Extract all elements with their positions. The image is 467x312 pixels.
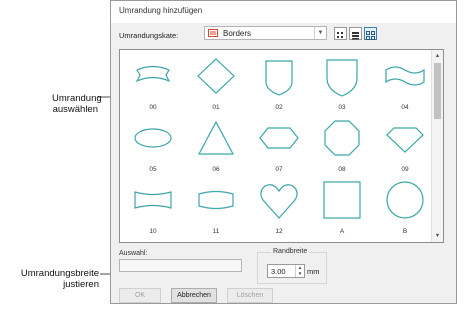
selection-label: Auswahl: [119, 250, 148, 257]
gallery-scrollbar[interactable]: ▲ ▼ [431, 50, 443, 242]
category-label: Umrandungskate: [119, 31, 179, 40]
delete-button[interactable]: Löschen [227, 288, 273, 303]
spin-arrows-icon[interactable]: ▲ ▼ [295, 265, 304, 277]
border-item-06[interactable]: 06 [193, 118, 239, 178]
border-item-05[interactable]: 05 [130, 118, 176, 178]
list-grid-icon [352, 32, 359, 40]
border-width-label: Randbreite [271, 248, 310, 255]
border-item-label: 05 [149, 166, 157, 173]
add-border-dialog: Umrandung hinzufügen Umrandungskate: Bor… [110, 0, 457, 304]
border-item-10[interactable]: 10 [130, 180, 176, 240]
square-border-icon [323, 181, 361, 219]
dialog-title: Umrandung hinzufügen [119, 6, 203, 15]
border-item-label: 10 [149, 228, 157, 235]
border-width-spinbox[interactable]: 3.00 ▲ ▼ [267, 264, 305, 278]
scroll-down-icon[interactable]: ▼ [432, 231, 443, 241]
scroll-border-icon [134, 191, 172, 209]
border-item-label: 06 [212, 166, 220, 173]
scroll-up-icon[interactable]: ▲ [432, 51, 443, 61]
border-item-00[interactable]: 00 [130, 56, 176, 116]
large-icons-view-button[interactable] [364, 27, 377, 40]
title-bar: Umrandung hinzufügen [111, 1, 456, 23]
lens-border-icon [198, 190, 234, 210]
small-icons-view-button[interactable] [334, 27, 347, 40]
border-item-B[interactable]: B [382, 180, 428, 240]
border-item-08[interactable]: 08 [319, 118, 365, 178]
category-select[interactable]: Borders ▼ [204, 26, 327, 40]
border-item-12[interactable]: 12 [256, 180, 302, 240]
diamond-border-icon [197, 58, 235, 94]
shield-flat-border-icon [265, 60, 293, 96]
cancel-button[interactable]: Abbrechen [171, 288, 217, 303]
large-grid-icon [366, 31, 375, 40]
borders-category-icon [208, 29, 218, 37]
category-value: Borders [223, 29, 252, 38]
border-width-unit: mm [307, 267, 320, 276]
small-grid-icon [337, 32, 343, 38]
border-item-04[interactable]: 04 [382, 56, 428, 116]
border-item-A[interactable]: A [319, 180, 365, 240]
callout-width-line2: justieren [63, 279, 99, 290]
border-item-label: 08 [338, 166, 346, 173]
callout-adjust-width: Umrandungsbreite justieren [8, 268, 99, 290]
callout-select-border: Umrandung auswählen [52, 93, 102, 115]
border-gallery: ▲ ▼ 00 01 02 03 04 05 06 07 08 09 10 11 12 A B [119, 49, 444, 243]
border-item-label: 00 [149, 104, 157, 111]
chevron-down-icon[interactable]: ▼ [314, 27, 326, 39]
border-item-label: 02 [275, 104, 283, 111]
border-item-11[interactable]: 11 [193, 180, 239, 240]
border-item-09[interactable]: 09 [382, 118, 428, 178]
border-item-label: 12 [275, 228, 283, 235]
hexagon-border-icon [259, 127, 299, 149]
border-item-label: 03 [338, 104, 346, 111]
callout-select-line1: Umrandung [52, 93, 102, 104]
wave-ribbon-border-icon [385, 66, 425, 86]
callout-width-line1: Umrandungsbreite [20, 268, 99, 279]
circle-border-icon [386, 181, 424, 219]
border-item-07[interactable]: 07 [256, 118, 302, 178]
callout-select-line2: auswählen [52, 104, 98, 115]
border-item-label: B [402, 228, 408, 235]
border-item-label: 04 [401, 104, 409, 111]
border-width-value[interactable]: 3.00 [271, 267, 286, 276]
banner-border-icon [135, 65, 171, 83]
border-item-label: 07 [275, 166, 283, 173]
ok-button[interactable]: OK [119, 288, 161, 303]
border-item-02[interactable]: 02 [256, 56, 302, 116]
border-item-01[interactable]: 01 [193, 56, 239, 116]
border-item-label: 01 [212, 104, 220, 111]
selection-field [119, 259, 242, 272]
gem-border-icon [386, 127, 424, 153]
border-item-label: A [339, 228, 345, 235]
shield-border-icon [326, 59, 358, 97]
border-item-03[interactable]: 03 [319, 56, 365, 116]
scroll-thumb[interactable] [434, 63, 441, 119]
border-item-label: 11 [212, 228, 220, 235]
ellipse-border-icon [134, 128, 172, 148]
border-item-label: 09 [401, 166, 409, 173]
triangle-border-icon [198, 121, 234, 155]
octagon-border-icon [324, 120, 360, 156]
heart-border-icon [260, 184, 298, 219]
list-view-button[interactable] [349, 27, 362, 40]
